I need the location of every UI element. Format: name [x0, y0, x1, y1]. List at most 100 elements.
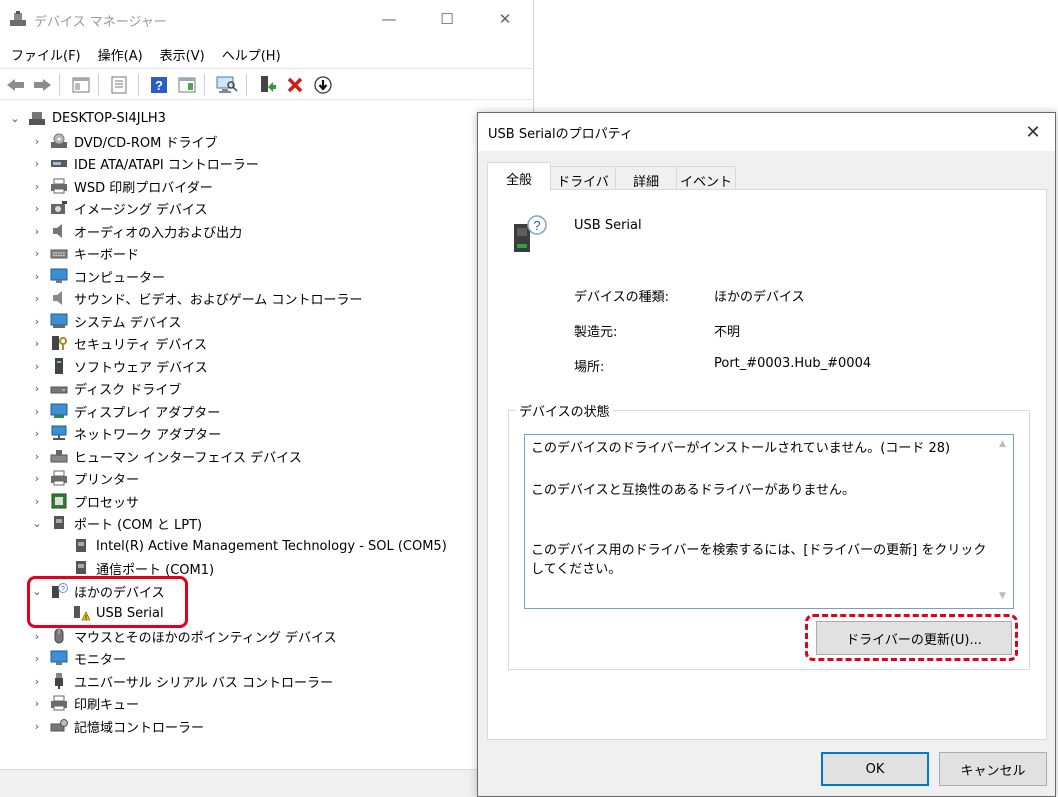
usb-icon	[55, 673, 63, 689]
menu-file[interactable]: ファイル(F)	[0, 40, 87, 66]
tree-device-label: 通信ポート (COM1)	[96, 562, 215, 578]
security-key-icon	[52, 336, 67, 350]
chevron-right-icon[interactable]: ›	[30, 337, 44, 350]
properties-icon[interactable]	[108, 74, 130, 96]
tree-category[interactable]: › マウスとそのほかのポインティング デバイス	[30, 625, 337, 647]
tree-category-label: ディスク ドライブ	[74, 382, 182, 398]
tree-category[interactable]: › ソフトウェア デバイス	[30, 355, 208, 377]
tree-category[interactable]: › オーディオの入力および出力	[30, 220, 242, 242]
tree-category[interactable]: › コンピューター	[30, 265, 165, 287]
chevron-down-icon[interactable]: ⌄	[8, 112, 22, 125]
tree-category[interactable]: › モニター	[30, 647, 126, 669]
menu-view[interactable]: 表示(V)	[149, 40, 211, 66]
update-driver-icon[interactable]	[256, 74, 278, 96]
cancel-button[interactable]: キャンセル	[939, 752, 1047, 786]
tree-category[interactable]: › ネットワーク アダプター	[30, 422, 221, 444]
window-title: デバイス マネージャー	[34, 15, 167, 30]
status-bar	[0, 769, 534, 797]
chevron-right-icon[interactable]: ›	[30, 315, 44, 328]
forward-icon[interactable]	[31, 74, 53, 96]
tree-root[interactable]: ⌄ DESKTOP-SI4JLH3	[8, 107, 166, 129]
tree-category[interactable]: › イメージング デバイス	[30, 197, 207, 219]
ok-button[interactable]: OK	[821, 752, 929, 786]
chevron-right-icon[interactable]: ›	[30, 720, 44, 733]
tree-category[interactable]: › 記憶域コントローラー	[30, 715, 204, 737]
tree-category[interactable]: › プリンター	[30, 467, 139, 489]
chevron-right-icon[interactable]: ›	[30, 652, 44, 665]
chevron-right-icon[interactable]: ›	[30, 225, 44, 238]
chevron-right-icon[interactable]: ›	[30, 697, 44, 710]
tab-events[interactable]: イベント	[676, 166, 736, 190]
chevron-right-icon[interactable]: ›	[30, 157, 44, 170]
chevron-right-icon[interactable]: ›	[30, 630, 44, 643]
back-icon[interactable]	[5, 74, 27, 96]
dialog-title: USB Serialのプロパティ	[488, 127, 633, 142]
chevron-right-icon[interactable]: ›	[30, 427, 44, 440]
tree-category[interactable]: › プロセッサ	[30, 490, 139, 512]
tree-category[interactable]: › ユニバーサル シリアル バス コントローラー	[30, 670, 333, 692]
tree-category-label: コンピューター	[74, 270, 166, 286]
chevron-right-icon[interactable]: ›	[30, 292, 44, 305]
tree-category[interactable]: › システム デバイス	[30, 310, 181, 332]
uninstall-icon[interactable]	[284, 74, 306, 96]
close-button[interactable]: ✕	[476, 0, 534, 38]
scroll-down-icon[interactable]: ▼	[999, 591, 1006, 601]
tree-category[interactable]: › IDE ATA/ATAPI コントローラー	[30, 152, 259, 174]
menu-action[interactable]: 操作(A)	[87, 40, 149, 66]
tree-category[interactable]: › サウンド、ビデオ、およびゲーム コントローラー	[30, 287, 362, 309]
console-tree-icon[interactable]	[70, 74, 92, 96]
status-scrollbar[interactable]: ▲ ▼	[996, 435, 1013, 608]
maximize-button[interactable]: ☐	[418, 0, 476, 38]
chevron-right-icon[interactable]: ›	[30, 472, 44, 485]
scroll-up-icon[interactable]: ▲	[999, 439, 1006, 449]
chevron-right-icon[interactable]: ›	[30, 405, 44, 418]
chevron-down-icon[interactable]: ⌄	[30, 517, 44, 530]
tree-category-label: 記憶域コントローラー	[74, 720, 205, 736]
disable-icon[interactable]	[312, 74, 334, 96]
highlight-other-devices	[27, 576, 188, 628]
tree-category[interactable]: › ディスプレイ アダプター	[30, 400, 220, 422]
chevron-right-icon[interactable]: ›	[30, 180, 44, 193]
tree-category[interactable]: › セキュリティ デバイス	[30, 332, 207, 354]
speaker-icon	[53, 224, 62, 238]
location-label: 場所:	[574, 360, 605, 375]
menu-bar: ファイル(F) 操作(A) 表示(V) ヘルプ(H)	[0, 40, 534, 66]
tree-category[interactable]: › DVD/CD-ROM ドライブ	[30, 130, 217, 152]
scan-hardware-icon[interactable]	[216, 74, 238, 96]
chevron-right-icon[interactable]: ›	[30, 270, 44, 283]
chevron-right-icon[interactable]: ›	[30, 135, 44, 148]
tree-category[interactable]: › WSD 印刷プロバイダー	[30, 175, 213, 197]
menu-help[interactable]: ヘルプ(H)	[211, 40, 287, 66]
tree-category-label: ディスプレイ アダプター	[74, 405, 221, 421]
chevron-right-icon[interactable]: ›	[30, 450, 44, 463]
dialog-close-button[interactable]: ✕	[1021, 120, 1045, 144]
device-type-value: ほかのデバイス	[714, 290, 805, 305]
tree-device-label: Intel(R) Active Management Technology - …	[96, 538, 447, 554]
tree-category[interactable]: › ヒューマン インターフェイス デバイス	[30, 445, 302, 467]
tree-device[interactable]: Intel(R) Active Management Technology - …	[52, 535, 447, 557]
action-pane-icon[interactable]	[176, 74, 198, 96]
tree-category-label: イメージング デバイス	[74, 202, 208, 218]
tree-category[interactable]: › 印刷キュー	[30, 692, 139, 714]
chevron-right-icon[interactable]: ›	[30, 495, 44, 508]
chevron-right-icon[interactable]: ›	[30, 202, 44, 215]
tab-details[interactable]: 詳細	[615, 166, 677, 190]
device-manager-icon	[10, 11, 26, 26]
chevron-right-icon[interactable]: ›	[30, 247, 44, 260]
minimize-button[interactable]: —	[360, 0, 418, 38]
help-icon[interactable]: ?	[148, 74, 170, 96]
tree-category-label: ユニバーサル シリアル バス コントローラー	[74, 675, 334, 691]
chevron-right-icon[interactable]: ›	[30, 382, 44, 395]
tree-category[interactable]: › キーボード	[30, 242, 139, 264]
device-type-label: デバイスの種類:	[574, 290, 669, 305]
tab-general[interactable]: 全般	[487, 162, 551, 191]
tree-category-label: 印刷キュー	[74, 697, 140, 713]
chevron-right-icon[interactable]: ›	[30, 675, 44, 688]
disk-drive-icon	[50, 386, 68, 394]
device-status-textbox[interactable]: このデバイスのドライバーがインストールされていません。(コード 28) このデバ…	[524, 434, 1014, 609]
chevron-right-icon[interactable]: ›	[30, 360, 44, 373]
tree-category-label: オーディオの入力および出力	[74, 225, 243, 241]
tab-driver[interactable]: ドライバー	[550, 166, 616, 209]
tree-category[interactable]: ⌄ ポート (COM と LPT)	[30, 512, 202, 534]
tree-category[interactable]: › ディスク ドライブ	[30, 377, 181, 399]
